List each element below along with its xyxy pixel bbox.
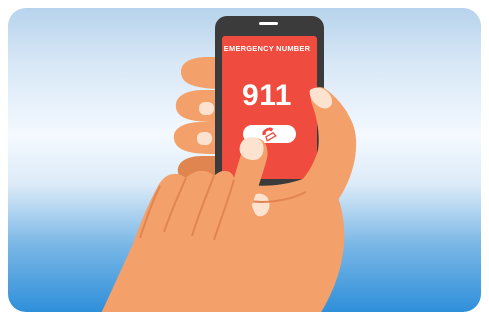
emergency-number-value: 911 xyxy=(242,79,292,112)
phone-speaker xyxy=(259,22,278,25)
emergency-number-title: EMERGENCY NUMBER xyxy=(223,44,311,53)
emergency-call-illustration: EMERGENCY NUMBER 911 xyxy=(0,0,489,320)
